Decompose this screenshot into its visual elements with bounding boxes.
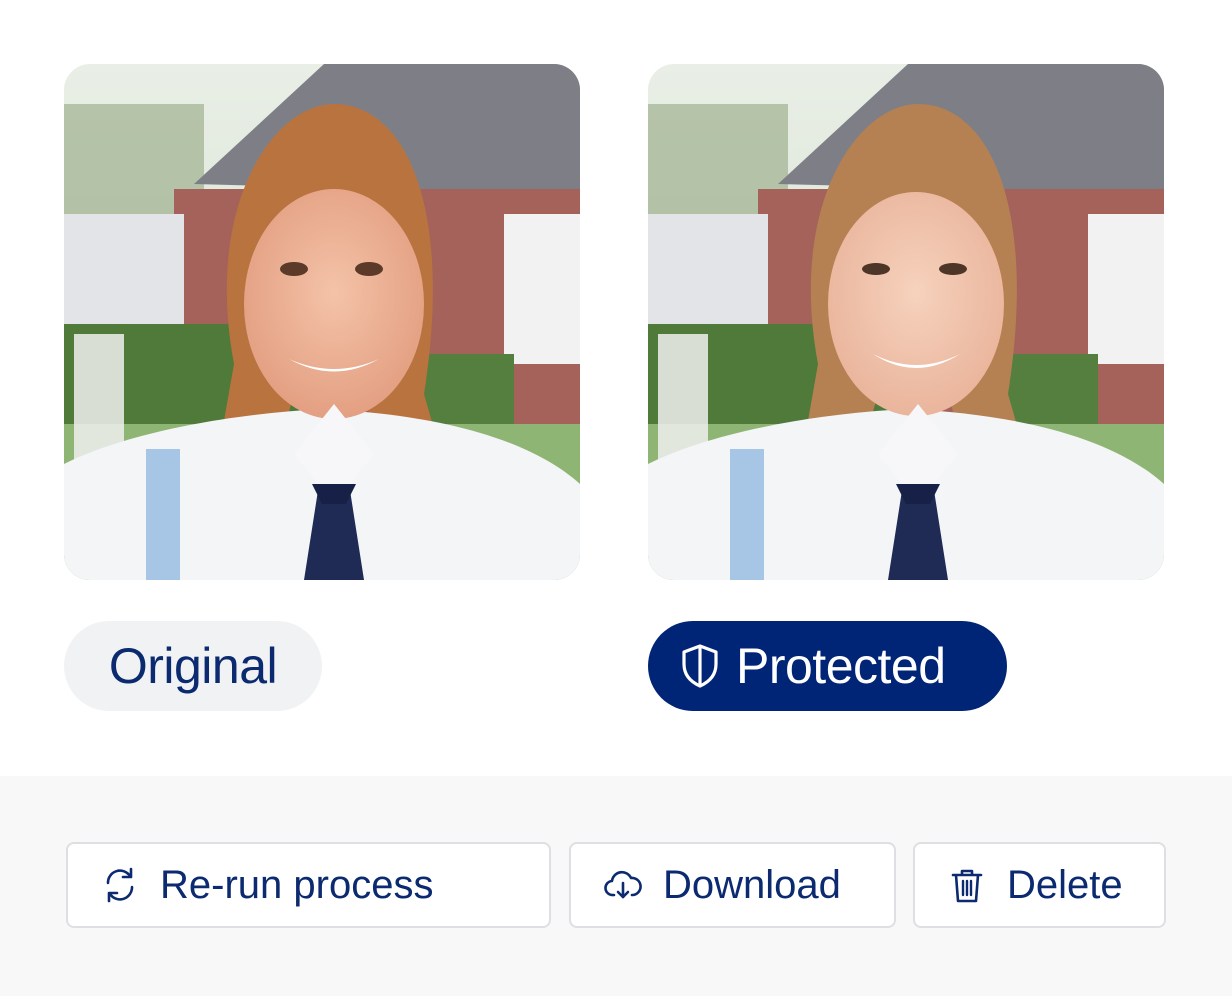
original-photo [64, 64, 580, 580]
refresh-icon [100, 865, 140, 905]
protected-label-pill: Protected [648, 621, 1007, 711]
delete-button[interactable]: Delete [913, 842, 1166, 928]
rerun-process-label: Re-run process [160, 862, 434, 907]
delete-label: Delete [1007, 862, 1123, 907]
rerun-process-button[interactable]: Re-run process [66, 842, 551, 928]
original-label: Original [108, 638, 278, 694]
download-button[interactable]: Download [569, 842, 896, 928]
protected-photo [648, 64, 1164, 580]
protected-label: Protected [736, 638, 946, 694]
cloud-download-icon [603, 865, 643, 905]
original-label-pill: Original [64, 621, 322, 711]
trash-icon [947, 865, 987, 905]
download-label: Download [663, 862, 841, 907]
shield-icon [678, 642, 722, 690]
